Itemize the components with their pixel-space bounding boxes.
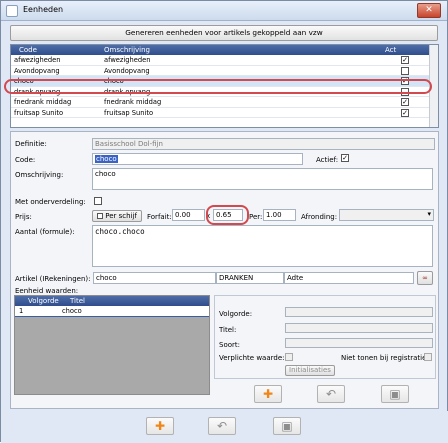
- afronding-select[interactable]: ▾: [339, 209, 434, 221]
- subgrid-row[interactable]: 1 choco: [15, 306, 209, 317]
- cell-code: fnedrank middag: [14, 98, 72, 106]
- definitie-field: Basisschool Dol-fijn: [92, 138, 435, 150]
- highlight-oval-price: [206, 205, 249, 225]
- niet-tonen-checkbox: [424, 353, 432, 361]
- save-value-button: ▣: [381, 385, 409, 403]
- per-input[interactable]: 1.00: [263, 209, 296, 221]
- aantal-formula-input[interactable]: choco.choco: [92, 225, 433, 267]
- per-schijf-toggle[interactable]: Per schijf: [92, 210, 142, 222]
- titel-input: [285, 323, 433, 333]
- per-schijf-checkbox-icon: [97, 213, 104, 219]
- unit-value-detail: Volgorde: Titel: Soort: Verplichte waard…: [214, 295, 436, 379]
- chevron-down-icon: ▾: [427, 210, 431, 218]
- header-volgorde[interactable]: Volgorde: [28, 297, 59, 305]
- verplicht-label: Verplichte waarde:: [219, 354, 285, 362]
- omschrijving-label: Omschrijving:: [15, 171, 64, 179]
- volgorde-label: Volgorde:: [219, 310, 253, 318]
- actief-checkbox[interactable]: ✓: [341, 154, 349, 162]
- table-row[interactable]: Avondopvang Avondopvang: [11, 66, 438, 76]
- subgrid-header: Volgorde Titel: [15, 296, 209, 306]
- title-bar: Eenheden ✕: [1, 1, 447, 21]
- header-code[interactable]: Code: [19, 46, 37, 54]
- per-label: Per:: [249, 213, 263, 221]
- onderverdeling-label: Met onderverdeling:: [15, 198, 86, 206]
- per-schijf-label: Per schijf: [105, 212, 137, 220]
- save-button: ▣: [273, 417, 301, 435]
- cell-code: fruitsap Sunito: [14, 108, 64, 117]
- add-value-button[interactable]: ✚: [254, 385, 282, 403]
- generate-units-button[interactable]: Genereren eenheden voor artikels gekoppe…: [10, 25, 438, 41]
- code-input[interactable]: choco: [92, 153, 303, 165]
- artikel-label: Artikel (IRekeningen):: [15, 275, 91, 283]
- undo-button: ↶: [208, 417, 236, 435]
- artikel-sub-field: Adte: [284, 272, 414, 284]
- omschrijving-input[interactable]: choco: [92, 168, 433, 190]
- prijs-label: Prijs:: [15, 213, 32, 221]
- definitie-label: Definitie:: [15, 140, 47, 148]
- grid-header: Code Omschrijving Act: [11, 45, 438, 55]
- niet-tonen-label: Niet tonen bij registratie:: [341, 354, 429, 362]
- undo-value-button: ↶: [317, 385, 345, 403]
- table-row[interactable]: fnedrank middag fnedrank middag ✓: [11, 97, 438, 108]
- eenheid-waarden-label: Eenheid waarden:: [15, 287, 79, 295]
- onderverdeling-checkbox[interactable]: [94, 197, 102, 205]
- afronding-label: Afronding:: [301, 213, 338, 221]
- artikel-category-field: DRANKEN: [216, 272, 284, 284]
- verplicht-checkbox: [285, 353, 293, 361]
- act-checkbox[interactable]: ✓: [401, 56, 409, 64]
- header-titel[interactable]: Titel: [70, 297, 85, 305]
- volgorde-input: [285, 307, 433, 317]
- window-title: Eenheden: [23, 5, 64, 14]
- soort-select: [285, 338, 433, 348]
- act-checkbox[interactable]: [401, 66, 409, 75]
- cell-code: Avondopvang: [14, 66, 60, 75]
- add-button[interactable]: ✚: [146, 417, 174, 435]
- code-label: Code:: [15, 156, 36, 164]
- act-checkbox[interactable]: ✓: [401, 98, 409, 106]
- act-checkbox[interactable]: ✓: [401, 108, 409, 117]
- cell-omschrijving: Avondopvang: [104, 66, 150, 75]
- actief-label: Actief:: [316, 156, 339, 164]
- window: Eenheden ✕ Genereren eenheden voor artik…: [0, 0, 448, 443]
- binoculars-icon[interactable]: ∞: [417, 271, 433, 285]
- header-act[interactable]: Act: [385, 46, 396, 54]
- subgrid-cell-titel: choco: [62, 307, 82, 315]
- close-button[interactable]: ✕: [417, 3, 441, 18]
- table-row[interactable]: fruitsap Sunito fruitsap Sunito ✓: [11, 108, 438, 118]
- soort-label: Soort:: [219, 341, 240, 349]
- titel-label: Titel:: [219, 326, 237, 334]
- table-row[interactable]: afwezigheden afwezigheden ✓: [11, 55, 438, 66]
- cell-omschrijving: afwezigheden: [104, 56, 151, 64]
- cell-omschrijving: fruitsap Sunito: [104, 108, 154, 117]
- initialisaties-button: Initialisaties: [285, 365, 335, 376]
- highlight-oval-choco-row: [4, 79, 432, 94]
- code-value: choco: [95, 155, 118, 163]
- window-icon: [6, 5, 18, 17]
- forfait-input[interactable]: 0.00: [172, 209, 205, 221]
- subgrid-cell-volgorde: 1: [19, 307, 24, 315]
- unit-values-grid: Volgorde Titel 1 choco: [14, 295, 210, 395]
- header-omschrijving[interactable]: Omschrijving: [104, 46, 150, 54]
- forfait-label: Forfait:: [147, 213, 172, 221]
- cell-code: afwezigheden: [14, 56, 61, 64]
- cell-omschrijving: fnedrank middag: [104, 98, 162, 106]
- artikel-code-field: choco: [93, 272, 216, 284]
- aantal-label: Aantal (formule):: [15, 228, 75, 236]
